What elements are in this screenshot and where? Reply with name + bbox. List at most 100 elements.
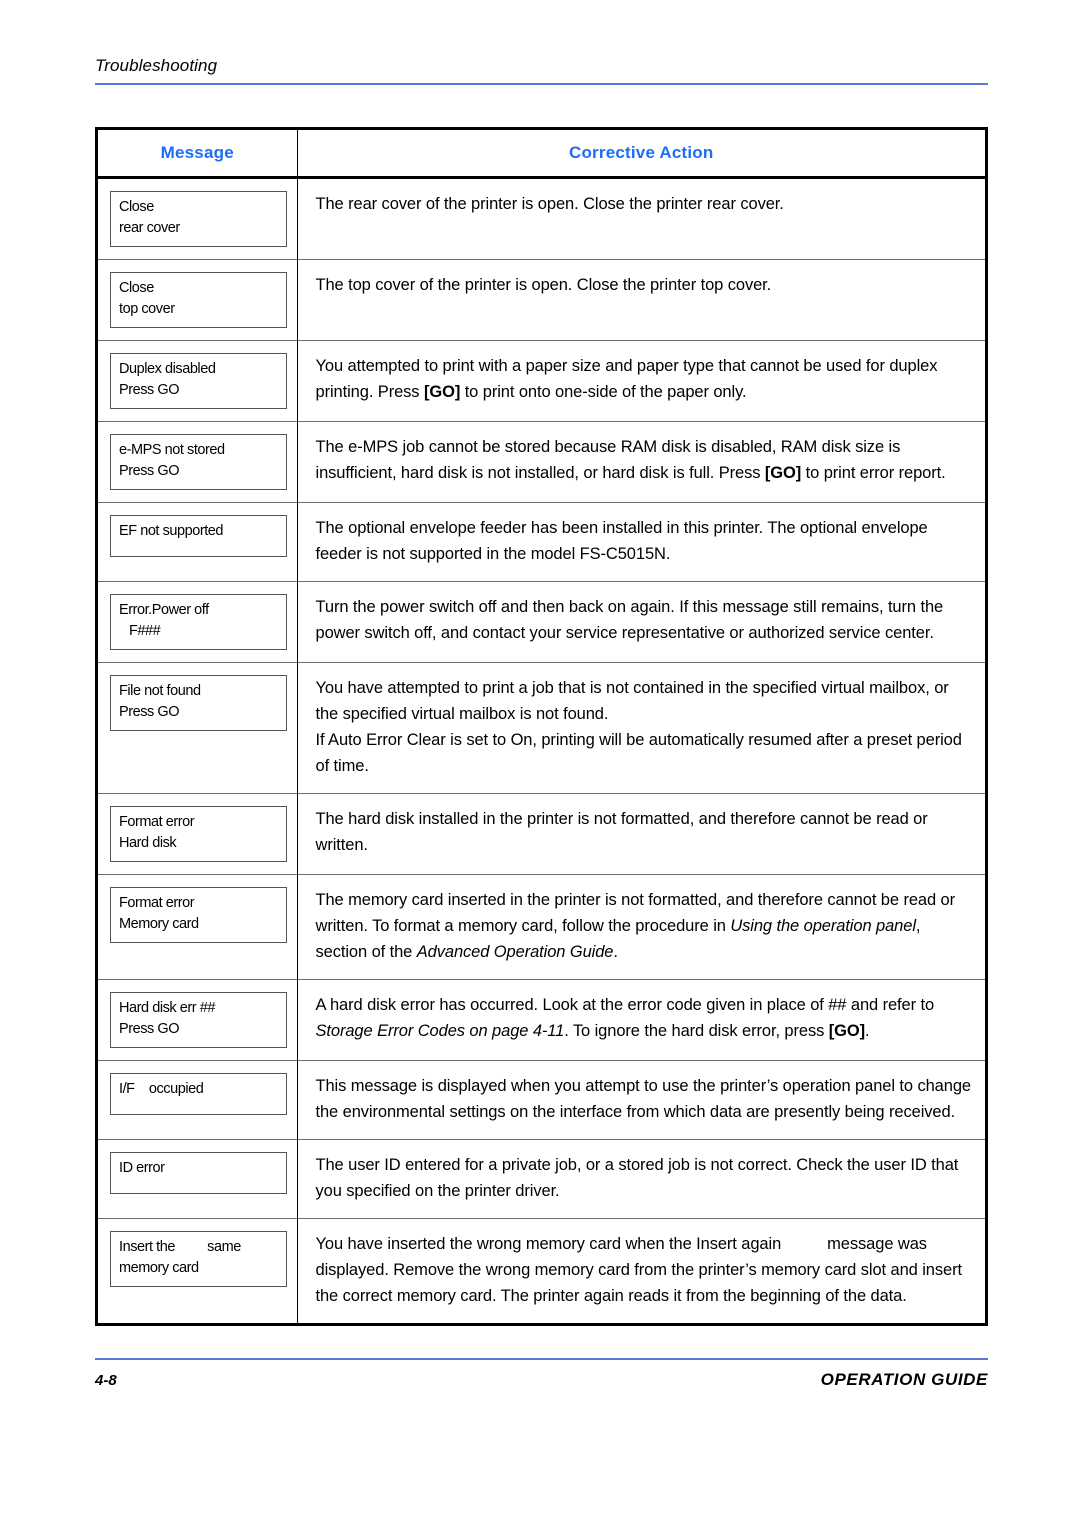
message-cell: e-MPS not stored Press GO: [98, 421, 298, 503]
table-row: Format error Memory card The memory card…: [98, 874, 985, 980]
lcd-panel: Close top cover: [110, 272, 287, 328]
table-row: Close rear cover The rear cover of the p…: [98, 177, 985, 260]
action-fragment: . To ignore the hard disk error, press: [564, 1022, 829, 1040]
action-citation: Storage Error Codes on page 4-11: [315, 1022, 565, 1040]
key-label-go: [GO]: [423, 383, 461, 401]
column-header-message: Message: [98, 130, 298, 179]
action-citation: Advanced Operation Guide: [416, 943, 614, 961]
message-cell: I/F occupied: [98, 1060, 298, 1140]
message-cell: Format error Hard disk: [98, 793, 298, 875]
lcd-panel: Format error Memory card: [110, 887, 287, 943]
key-label-go: [GO]: [764, 464, 802, 482]
lcd-panel: Close rear cover: [110, 191, 287, 247]
guide-label: OPERATION GUIDE: [820, 1370, 988, 1389]
lcd-line: Close: [119, 280, 154, 296]
lcd-line: EF not supported: [119, 523, 224, 539]
footer-row: 4-8 OPERATION GUIDE: [95, 1370, 988, 1390]
lcd-line: Press GO: [119, 382, 180, 398]
action-text: The e-MPS job cannot be stored because R…: [316, 434, 974, 486]
action-text: Turn the power switch off and then back …: [316, 594, 974, 646]
lcd-line: Insert the same: [119, 1239, 241, 1255]
lcd-panel: Hard disk err ## Press GO: [110, 992, 287, 1048]
table-row: e-MPS not stored Press GO The e-MPS job …: [98, 421, 985, 503]
message-cell: ID error: [98, 1139, 298, 1219]
action-cell: This message is displayed when you attem…: [297, 1060, 985, 1140]
action-text: The hard disk installed in the printer i…: [316, 806, 974, 858]
action-paragraph: The optional envelope feeder has been in…: [315, 519, 928, 563]
action-cell: Turn the power switch off and then back …: [297, 581, 985, 663]
lcd-panel: Error.Power off F###: [110, 594, 287, 650]
action-paragraph: The user ID entered for a private job, o…: [315, 1156, 959, 1200]
message-cell: Error.Power off F###: [98, 581, 298, 663]
action-paragraph: Turn the power switch off and then back …: [315, 598, 944, 642]
lcd-panel: File not found Press GO: [110, 675, 287, 731]
action-fragment: to print onto one-side of the paper only…: [460, 383, 747, 401]
action-cell: The top cover of the printer is open. Cl…: [297, 259, 985, 341]
action-fragment: to print error report.: [801, 464, 946, 482]
lcd-line: File not found: [119, 683, 201, 699]
document-page: Troubleshooting Message Corrective Actio…: [0, 0, 1080, 1528]
action-cell: A hard disk error has occurred. Look at …: [297, 979, 985, 1061]
lcd-line: Format error: [119, 814, 195, 830]
lcd-line: memory card: [119, 1260, 199, 1276]
message-cell: Format error Memory card: [98, 874, 298, 980]
table-row: I/F occupied This message is displayed w…: [98, 1060, 985, 1140]
action-paragraph: The memory card inserted in the printer …: [316, 887, 974, 965]
table-row: File not found Press GO You have attempt…: [98, 662, 985, 794]
action-citation: Using the operation panel: [730, 917, 916, 935]
action-cell: The hard disk installed in the printer i…: [297, 793, 985, 875]
lcd-line: Duplex disabled: [119, 361, 216, 377]
action-fragment: .: [613, 943, 618, 961]
action-text: You have attempted to print a job that i…: [316, 675, 974, 779]
action-cell: You have inserted the wrong memory card …: [297, 1218, 985, 1323]
action-cell: The optional envelope feeder has been in…: [297, 502, 985, 582]
action-paragraph: The hard disk installed in the printer i…: [315, 810, 928, 854]
table-row: Close top cover The top cover of the pri…: [98, 259, 985, 341]
lcd-line: Hard disk: [119, 835, 177, 851]
message-cell: Hard disk err ## Press GO: [98, 979, 298, 1061]
action-fragment: .: [865, 1022, 870, 1040]
table-body: Close rear cover The rear cover of the p…: [98, 177, 985, 1323]
lcd-line: Press GO: [119, 1021, 180, 1037]
message-cell: Duplex disabled Press GO: [98, 340, 298, 422]
action-text: A hard disk error has occurred. Look at …: [316, 992, 974, 1044]
lcd-line: ID error: [119, 1160, 165, 1176]
table-row: ID error The user ID entered for a priva…: [98, 1139, 985, 1219]
action-cell: The e-MPS job cannot be stored because R…: [297, 421, 985, 503]
lcd-line: Press GO: [119, 463, 180, 479]
table-row: Hard disk err ## Press GO A hard disk er…: [98, 979, 985, 1061]
page-header: Troubleshooting: [95, 55, 988, 85]
action-text: The memory card inserted in the printer …: [316, 887, 974, 965]
column-header-message-label: Message: [160, 143, 234, 162]
message-cell: Close top cover: [98, 259, 298, 341]
page-footer: 4-8 OPERATION GUIDE: [95, 1358, 988, 1390]
action-fragment: You have inserted the wrong memory card …: [315, 1235, 782, 1253]
action-text: The rear cover of the printer is open. C…: [316, 191, 974, 217]
lcd-line: Press GO: [119, 704, 180, 720]
action-paragraph: You have inserted the wrong memory card …: [316, 1231, 974, 1309]
action-text: This message is displayed when you attem…: [316, 1073, 974, 1125]
lcd-panel: EF not supported: [110, 515, 287, 557]
running-head: Troubleshooting: [95, 56, 218, 75]
action-cell: The rear cover of the printer is open. C…: [297, 178, 985, 260]
table-row: Error.Power off F### Turn the power swit…: [98, 581, 985, 663]
lcd-panel: I/F occupied: [110, 1073, 287, 1115]
lcd-line: Memory card: [119, 916, 199, 932]
action-paragraph: This message is displayed when you attem…: [315, 1077, 972, 1121]
action-cell: The user ID entered for a private job, o…: [297, 1139, 985, 1219]
action-text: The user ID entered for a private job, o…: [316, 1152, 974, 1204]
lcd-line: F###: [129, 623, 161, 639]
key-label-go: [GO]: [828, 1022, 866, 1040]
action-text: You have inserted the wrong memory card …: [316, 1231, 974, 1309]
column-header-action: Corrective Action: [297, 130, 985, 179]
action-paragraph: You have attempted to print a job that i…: [315, 679, 949, 723]
action-text: The optional envelope feeder has been in…: [316, 515, 974, 567]
lcd-line: top cover: [119, 301, 175, 317]
table-row: Duplex disabled Press GO You attempted t…: [98, 340, 985, 422]
footer-rule: [95, 1358, 988, 1360]
action-cell: You have attempted to print a job that i…: [297, 662, 985, 794]
lcd-panel: Duplex disabled Press GO: [110, 353, 287, 409]
page-number: 4-8: [95, 1372, 117, 1389]
action-paragraph: The e-MPS job cannot be stored because R…: [316, 434, 974, 486]
message-cell: Insert the same memory card: [98, 1218, 298, 1323]
